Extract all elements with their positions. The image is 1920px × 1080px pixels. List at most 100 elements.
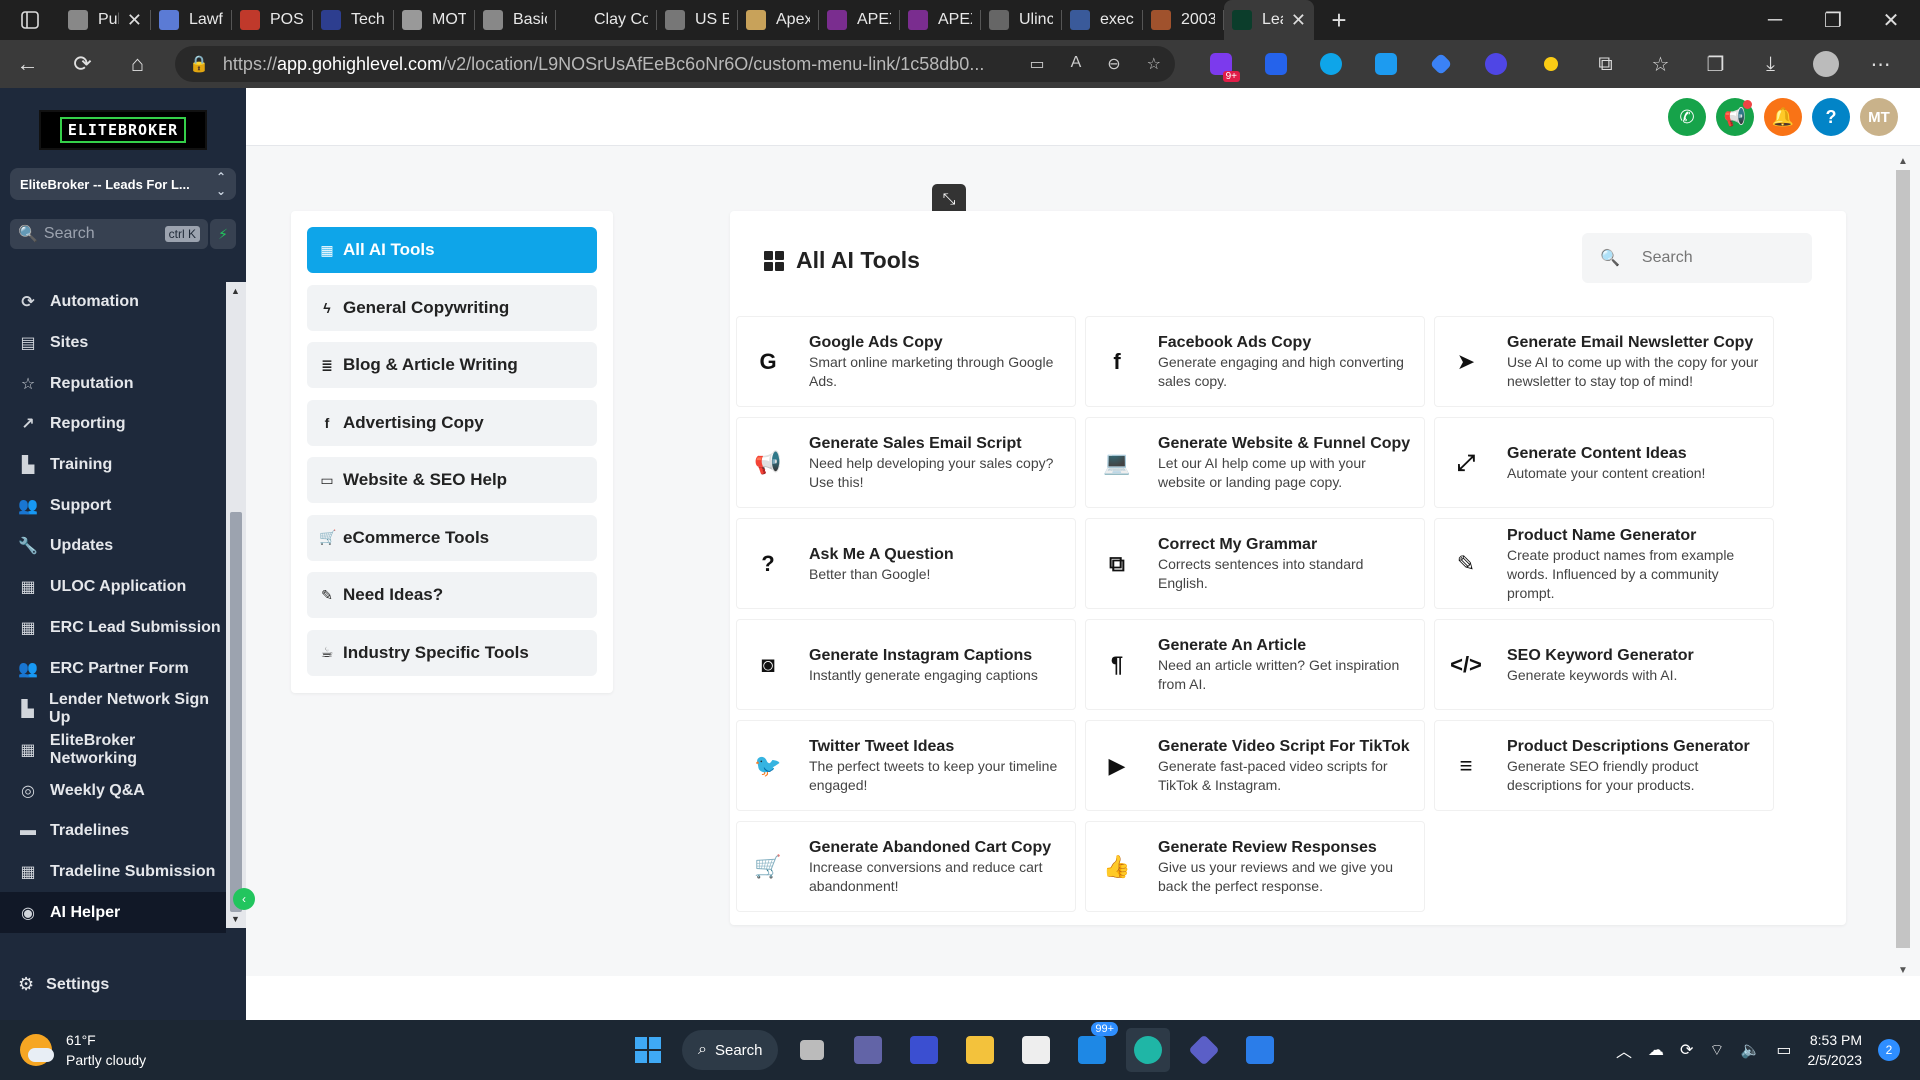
taskbar-search[interactable]: ⌕ Search <box>682 1030 778 1070</box>
brand-logo[interactable]: ELITEBROKER <box>39 110 207 150</box>
browser-tab[interactable]: US Busin <box>657 0 737 40</box>
tools-search[interactable]: 🔍 <box>1582 233 1812 283</box>
tool-card[interactable]: ▶ Generate Video Script For TikTok Generat… <box>1085 720 1425 811</box>
chevron-up-icon[interactable]: ︿ <box>1616 1038 1632 1062</box>
browser-tab[interactable]: executive <box>1062 0 1142 40</box>
browser-tab[interactable]: APEXSyst <box>819 0 899 40</box>
quick-action-bolt-icon[interactable]: ⚡ <box>210 219 236 249</box>
wifi-icon[interactable]: ⌔ <box>1709 1040 1724 1060</box>
sidebar-scrollbar[interactable]: ▲ ▼ <box>226 282 246 928</box>
browser-tab[interactable]: Ulinc <box>981 0 1061 40</box>
tool-card[interactable]: ➤ Generate Email Newsletter Copy Use AI to… <box>1434 316 1774 407</box>
extension-icon[interactable] <box>1358 40 1413 88</box>
tool-card[interactable]: G Google Ads Copy Smart online marketing t… <box>736 316 1076 407</box>
file-explorer-icon[interactable] <box>958 1028 1002 1072</box>
minimize-button[interactable]: ─ <box>1746 0 1804 40</box>
main-scroll-thumb[interactable] <box>1896 170 1910 948</box>
tool-card[interactable]: ◙ Generate Instagram Captions Instantly ge… <box>736 619 1076 710</box>
sidebar-item-lender-network-sign-up[interactable]: ▙ Lender Network Sign Up <box>0 689 226 730</box>
close-window-button[interactable]: ✕ <box>1862 0 1920 40</box>
category-industry-specific-tools[interactable]: ☕ Industry Specific Tools <box>307 629 597 676</box>
category-all-ai-tools[interactable]: ▦ All AI Tools <box>307 227 597 273</box>
browser-tab[interactable]: Lawful M <box>151 0 231 40</box>
sidebar-item-automation[interactable]: ⟳ Automation <box>0 282 226 323</box>
sidebar-scroll-thumb[interactable] <box>230 512 242 912</box>
browser-tab[interactable]: Lead ✕ <box>1224 0 1314 40</box>
read-aloud-icon[interactable]: A <box>1071 54 1082 74</box>
sidebar-item-reputation[interactable]: ☆ Reputation <box>0 363 226 404</box>
category-general-copywriting[interactable]: ϟ General Copywriting <box>307 284 597 331</box>
tool-card[interactable]: 👍 Generate Review Responses Give us your r… <box>1085 821 1425 912</box>
new-tab-button[interactable]: + <box>1314 5 1364 36</box>
notification-badge[interactable]: 2 <box>1878 1039 1900 1061</box>
browser-tab[interactable]: Basics Re <box>475 0 555 40</box>
tool-card[interactable]: ✎ Product Name Generator Create product na… <box>1434 518 1774 609</box>
bell-button[interactable]: 🔔 <box>1764 98 1802 136</box>
category-website-seo-help[interactable]: ▭ Website & SEO Help <box>307 457 597 503</box>
store-icon[interactable] <box>1014 1028 1058 1072</box>
more-menu-icon[interactable]: ⋯ <box>1853 40 1908 88</box>
start-icon[interactable] <box>626 1028 670 1072</box>
extension-icon[interactable] <box>1248 40 1303 88</box>
sidebar-item-erc-partner-form[interactable]: 👥 ERC Partner Form <box>0 648 226 689</box>
phone-button[interactable]: ✆ <box>1668 98 1706 136</box>
tools-search-input[interactable] <box>1641 249 1792 267</box>
camera-icon[interactable]: ▭ <box>1029 54 1044 74</box>
tool-card[interactable]: 💻 Generate Website & Funnel Copy Let our A… <box>1085 417 1425 508</box>
sync-icon[interactable]: ⟳ <box>1680 1040 1693 1060</box>
volume-icon[interactable]: 🔈 <box>1740 1040 1760 1060</box>
account-switcher[interactable]: EliteBroker -- Leads For L... ⌃ ⌄ <box>10 168 236 200</box>
browser-tab[interactable]: Clay Cou <box>556 0 656 40</box>
extensions-puzzle-icon[interactable]: ⧉ <box>1578 40 1633 88</box>
task-view-icon[interactable] <box>790 1028 834 1072</box>
tool-card[interactable]: ⤢ Generate Content Ideas Automate your con… <box>1434 417 1774 508</box>
sidebar-item-support[interactable]: 👥 Support <box>0 485 226 526</box>
sidebar-item-updates[interactable]: 🔧 Updates <box>0 526 226 567</box>
weather-widget[interactable]: 61°F Partly cloudy <box>20 1030 146 1070</box>
main-scrollbar[interactable]: ▲ ▼ <box>1894 156 1912 976</box>
extension-icon[interactable] <box>1468 40 1523 88</box>
app-icon[interactable] <box>1182 1028 1226 1072</box>
browser-tab[interactable]: Pub ✕ <box>60 0 150 40</box>
sidebar-item-reporting[interactable]: ↗ Reporting <box>0 404 226 445</box>
collapse-sidebar-button[interactable]: ‹ <box>233 888 255 910</box>
battery-icon[interactable]: ▭ <box>1776 1040 1791 1060</box>
extension-icon[interactable] <box>1523 40 1578 88</box>
favorite-add-icon[interactable]: ☆ <box>1147 54 1161 74</box>
category-need-ideas[interactable]: ✎ Need Ideas? <box>307 572 597 618</box>
tool-card[interactable]: </> SEO Keyword Generator Generate keyword… <box>1434 619 1774 710</box>
refresh-button[interactable]: ⟳ <box>55 40 110 88</box>
browser-tab[interactable]: ApexSyst <box>738 0 818 40</box>
browser-tab[interactable]: 2003 Do <box>1143 0 1223 40</box>
tool-card[interactable]: 🐦 Twitter Tweet Ideas The perfect tweets t… <box>736 720 1076 811</box>
maximize-button[interactable]: ❐ <box>1804 0 1862 40</box>
tab-actions-icon[interactable] <box>0 0 60 40</box>
app-icon[interactable] <box>902 1028 946 1072</box>
sidebar-item-sites[interactable]: ▤ Sites <box>0 323 226 364</box>
avatar[interactable]: MT <box>1860 98 1898 136</box>
sidebar-item-elitebroker-networking[interactable]: ▦ EliteBroker Networking <box>0 730 226 771</box>
sidebar-item-tradelines[interactable]: ▬ Tradelines <box>0 811 226 852</box>
tool-card[interactable]: f Facebook Ads Copy Generate engaging and … <box>1085 316 1425 407</box>
tool-card[interactable]: ≡ Product Descriptions Generator Generate … <box>1434 720 1774 811</box>
tool-card[interactable]: ¶ Generate An Article Need an article writ… <box>1085 619 1425 710</box>
sidebar-item-tradeline-submission[interactable]: ▦ Tradeline Submission <box>0 852 226 893</box>
edge-icon[interactable] <box>1126 1028 1170 1072</box>
browser-tab[interactable]: MOTORC <box>394 0 474 40</box>
sidebar-item-erc-lead-submission[interactable]: ▦ ERC Lead Submission <box>0 608 226 649</box>
browser-tab[interactable]: Technicia <box>313 0 393 40</box>
sidebar-item-training[interactable]: ▙ Training <box>0 445 226 486</box>
megaphone-button[interactable]: 📢 <box>1716 98 1754 136</box>
category-blog-article-writing[interactable]: ≣ Blog & Article Writing <box>307 342 597 388</box>
tool-card[interactable]: ? Ask Me A Question Better than Google! <box>736 518 1076 609</box>
sidebar-item-uloc-application[interactable]: ▦ ULOC Application <box>0 567 226 608</box>
help-button[interactable]: ? <box>1812 98 1850 136</box>
favorites-icon[interactable]: ☆ <box>1633 40 1688 88</box>
category-advertising-copy[interactable]: f Advertising Copy <box>307 399 597 446</box>
app-icon[interactable] <box>1238 1028 1282 1072</box>
sidebar-item-settings[interactable]: ⚙ Settings <box>18 974 109 995</box>
close-tab-icon[interactable]: ✕ <box>127 10 142 31</box>
downloads-icon[interactable]: ⤓ <box>1743 40 1798 88</box>
browser-tab[interactable]: POSTCAR <box>232 0 312 40</box>
sidebar-item-weekly-q-a[interactable]: ◎ Weekly Q&A <box>0 770 226 811</box>
